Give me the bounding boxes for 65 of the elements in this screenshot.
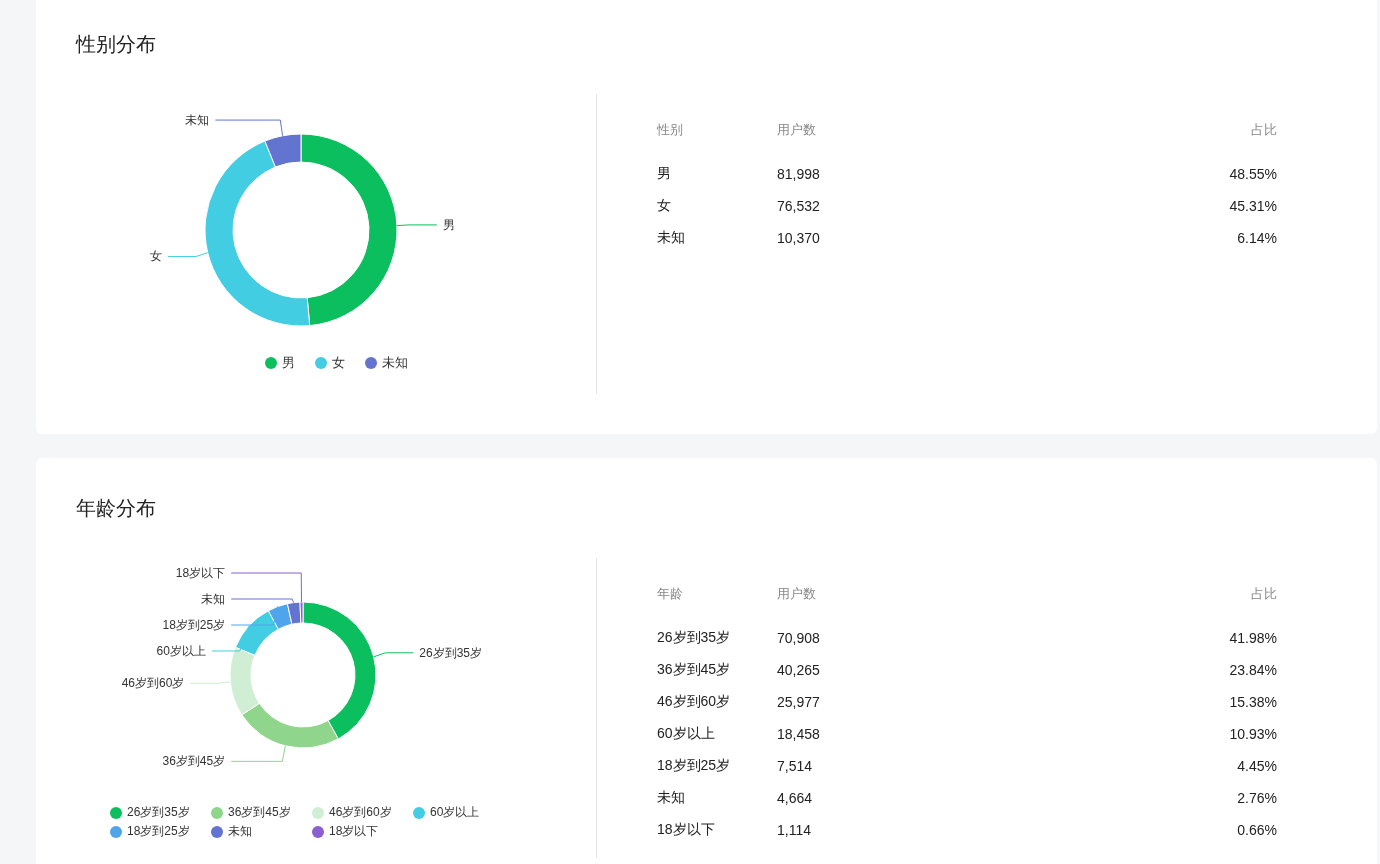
legend-label: 男 (281, 354, 295, 372)
legend-label: 46岁到60岁 (329, 804, 392, 821)
slice-label: 男 (442, 217, 455, 232)
section-title: 性别分布 (76, 32, 157, 57)
table-cell-text: 未知 (657, 789, 686, 807)
legend-label: 26岁到35岁 (127, 804, 190, 821)
leader-line (230, 745, 286, 762)
legend-label: 未知 (228, 823, 252, 840)
legend-label: 18岁到25岁 (127, 823, 190, 840)
leader-line (396, 224, 438, 227)
table-cell-text: 18,458 (777, 726, 821, 742)
slice-label: 女 (150, 249, 163, 264)
table-cell-text: 60岁以上 (657, 725, 716, 743)
table-cell-text: 81,998 (777, 166, 821, 182)
slice-label: 18岁以下 (175, 566, 226, 580)
slice-label: 未知 (185, 113, 210, 128)
table-cell-text: 36岁到45岁 (657, 661, 732, 679)
table-cell-text: 70,908 (777, 630, 821, 646)
table-cell-text: 4.45% (1236, 758, 1277, 774)
table-cell-text: 41.98% (1228, 630, 1277, 646)
slice-label: 未知 (201, 592, 226, 606)
table-cell-text: 76,532 (777, 198, 821, 214)
leader-line (230, 606, 279, 626)
table-cell-text: 7,514 (777, 758, 814, 774)
legend-label: 未知 (381, 354, 408, 372)
column-header: 用户数 (777, 121, 817, 139)
slice-label: 26岁到35岁 (419, 645, 482, 660)
table-cell-text: 4,664 (777, 790, 814, 806)
table-cell-text: 18岁以下 (657, 821, 716, 839)
table-cell-text: 男 (657, 165, 672, 183)
legend-label: 18岁以下 (329, 823, 379, 840)
section-title: 年龄分布 (76, 496, 157, 521)
table-cell-text: 45.31% (1228, 198, 1277, 214)
table-cell-text: 25,977 (777, 694, 821, 710)
table-cell-text: 女 (657, 197, 672, 215)
table-cell-text: 15.38% (1228, 694, 1277, 710)
table-cell-text: 6.14% (1236, 230, 1277, 246)
table-cell-text: 10.93% (1228, 726, 1277, 742)
legend-label: 60岁以上 (430, 804, 480, 821)
slice-label: 60岁以上 (156, 644, 206, 658)
table-cell-text: 1,114 (777, 822, 812, 838)
slice-label: 36岁到45岁 (162, 754, 226, 769)
leader-line (373, 652, 414, 658)
leader-line (214, 119, 284, 137)
legend-label: 36岁到45岁 (228, 804, 291, 821)
column-header: 占比 (1250, 121, 1277, 139)
table-cell-text: 10,370 (777, 230, 821, 246)
table-cell-text: 2.76% (1236, 790, 1277, 806)
table-cell-text: 40,265 (777, 662, 821, 678)
table-cell-text: 0.66% (1236, 822, 1277, 838)
table-cell-text: 26岁到35岁 (657, 629, 732, 647)
slice-label: 46岁到60岁 (121, 676, 185, 691)
column-header: 用户数 (777, 585, 817, 603)
table-cell-text: 23.84% (1228, 662, 1277, 678)
table-cell-text: 18岁到25岁 (657, 757, 732, 775)
column-header: 年龄 (657, 585, 684, 603)
table-cell-text: 48.55% (1228, 166, 1277, 182)
leader-line (189, 681, 231, 684)
column-header: 占比 (1250, 585, 1277, 603)
legend-label: 女 (331, 354, 345, 372)
column-header: 性别 (657, 121, 684, 139)
table-cell-text: 未知 (657, 229, 686, 247)
table-cell-text: 46岁到60岁 (657, 693, 732, 711)
slice-label: 18岁到25岁 (162, 618, 226, 632)
leader-line (167, 252, 209, 257)
